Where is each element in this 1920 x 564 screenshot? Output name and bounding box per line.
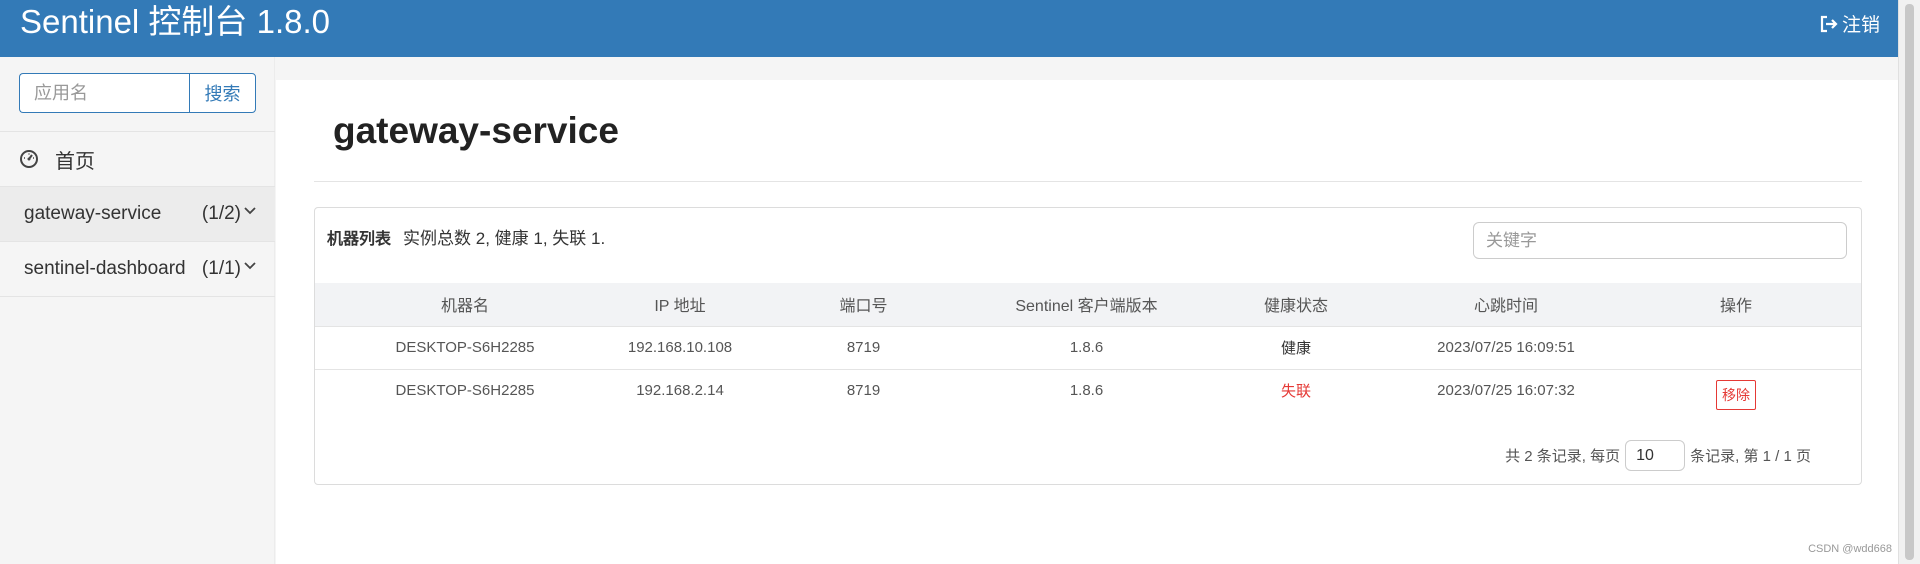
cell-action: 移除: [1611, 369, 1861, 412]
page-size-input[interactable]: [1625, 440, 1686, 471]
sidebar-divider: [0, 296, 275, 297]
cell-ip: 192.168.10.108: [627, 339, 733, 356]
page-scrollbar[interactable]: [1898, 0, 1920, 564]
sidebar-app-count: (1/1): [201, 258, 241, 279]
column-header-ip: IP 地址: [654, 298, 706, 316]
logout-button[interactable]: 注销: [1819, 10, 1880, 37]
sidebar-item-home[interactable]: 首页: [0, 131, 275, 186]
chevron-down-icon: [244, 262, 256, 270]
column-header-port: 端口号: [839, 298, 888, 316]
cell-host: DESKTOP-S6H2285: [395, 382, 535, 400]
panel-header: 机器列表 实例总数 2, 健康 1, 失联 1.: [327, 224, 605, 249]
column-header-status: 健康状态: [1263, 298, 1328, 316]
column-header-heartbeat: 心跳时间: [1473, 298, 1538, 316]
dashboard-icon: [20, 150, 38, 168]
app-search-button[interactable]: 搜索: [189, 73, 256, 113]
title-divider: [314, 181, 1862, 182]
app-title[interactable]: Sentinel 控制台 1.8.0: [20, 2, 330, 42]
sidebar-item-label: 首页: [55, 150, 95, 173]
table-row: DESKTOP-S6H2285 192.168.2.14 8719 1.8.6 …: [315, 369, 1861, 412]
pager-total: 共 2 条记录, 每页: [1505, 448, 1621, 465]
column-header-version: Sentinel 客户端版本: [1015, 298, 1158, 316]
sidebar-app-name: sentinel-dashboard: [24, 258, 186, 279]
page-title: gateway-service: [333, 110, 619, 151]
cell-heartbeat: 2023/07/25 16:07:32: [1437, 382, 1575, 400]
remove-machine-button[interactable]: 移除: [1716, 379, 1756, 410]
cell-version: 1.8.6: [1069, 339, 1104, 356]
cell-status: 健康: [1280, 340, 1311, 357]
scrollbar-thumb[interactable]: [1905, 4, 1914, 560]
machine-list-panel: 机器列表 实例总数 2, 健康 1, 失联 1. 机器名 IP 地址 端口号 S…: [314, 207, 1862, 485]
app-search: 搜索: [19, 73, 256, 113]
pagination: 共 2 条记录, 每页 条记录, 第 1 / 1 页: [1505, 440, 1811, 471]
sidebar: 搜索 首页 gateway-service (1/2) sentinel-das…: [0, 57, 275, 564]
cell-port: 8719: [846, 382, 881, 400]
app-search-input[interactable]: [19, 73, 189, 113]
sidebar-item-gateway-service[interactable]: gateway-service (1/2): [0, 186, 275, 241]
column-header-action: 操作: [1719, 298, 1752, 316]
table-header-row: 机器名 IP 地址 端口号 Sentinel 客户端版本 健康状态 心跳时间 操…: [315, 283, 1861, 326]
watermark: CSDN @wdd668: [1808, 543, 1892, 555]
sidebar-item-sentinel-dashboard[interactable]: sentinel-dashboard (1/1): [0, 241, 275, 296]
machine-table: 机器名 IP 地址 端口号 Sentinel 客户端版本 健康状态 心跳时间 操…: [315, 283, 1861, 412]
keyword-search-input[interactable]: [1473, 222, 1847, 259]
cell-port: 8719: [846, 339, 881, 356]
logout-label: 注销: [1841, 15, 1880, 36]
logout-icon: [1820, 15, 1838, 32]
instance-summary: 实例总数 2, 健康 1, 失联 1.: [403, 229, 606, 248]
cell-action: [1611, 326, 1861, 369]
cell-host: DESKTOP-S6H2285: [395, 339, 535, 356]
sidebar-app-name: gateway-service: [24, 203, 162, 224]
cell-heartbeat: 2023/07/25 16:09:51: [1437, 339, 1575, 356]
cell-version: 1.8.6: [1069, 382, 1104, 400]
sidebar-app-count: (1/2): [201, 203, 241, 224]
column-header-host: 机器名: [440, 298, 489, 316]
pager-info: 条记录, 第 1 / 1 页: [1690, 448, 1811, 465]
table-row: DESKTOP-S6H2285 192.168.10.108 8719 1.8.…: [315, 326, 1861, 369]
chevron-down-icon: [244, 207, 256, 215]
top-header: Sentinel 控制台 1.8.0 注销: [0, 0, 1898, 57]
cell-ip: 192.168.2.14: [636, 382, 724, 400]
panel-title: 机器列表: [327, 231, 392, 248]
cell-status: 失联: [1280, 383, 1311, 401]
